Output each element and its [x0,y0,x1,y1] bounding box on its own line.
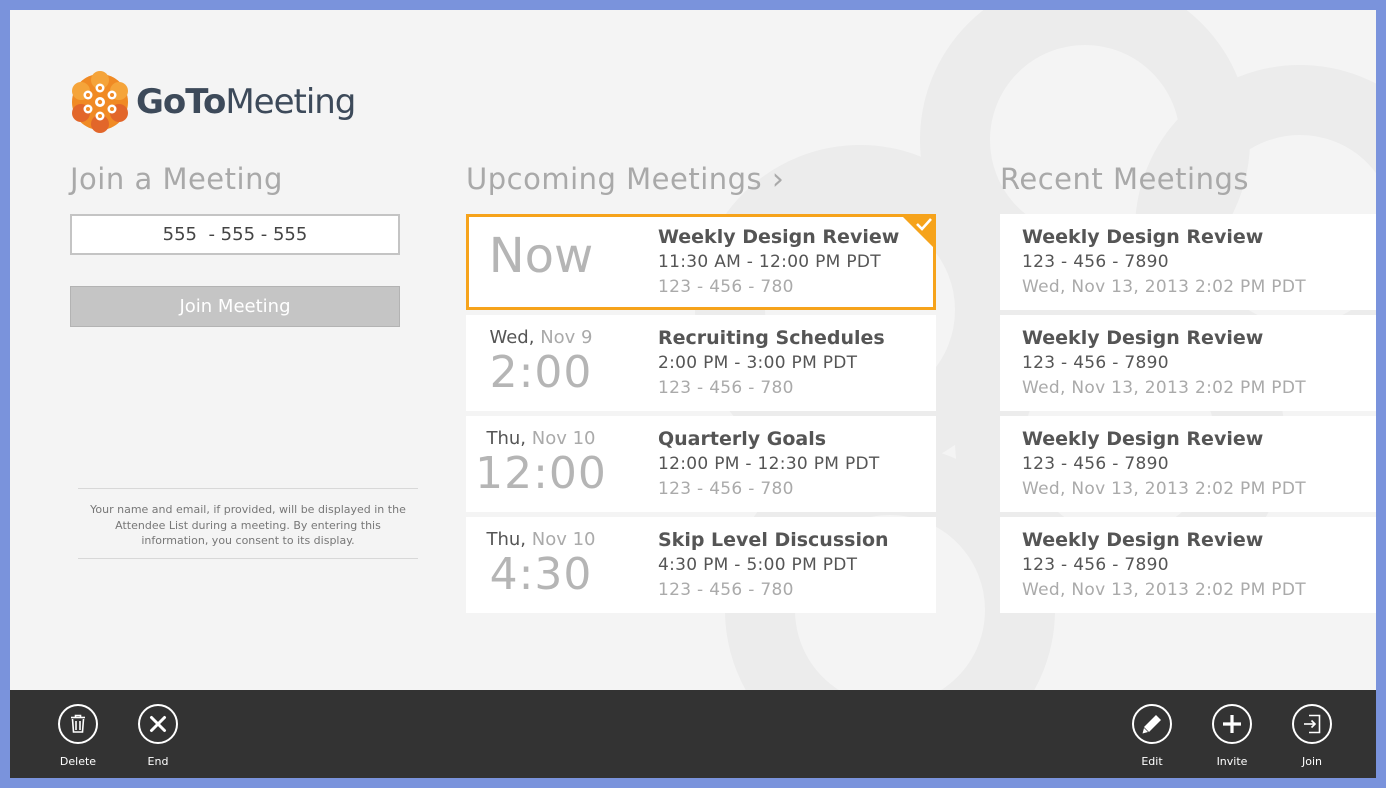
consent-notice: Your name and email, if provided, will b… [78,488,418,559]
upcoming-title-text: Upcoming Meetings [466,162,763,196]
app-bar: Delete End Edit Invite Join [10,690,1376,778]
join-meeting-button[interactable]: Join Meeting [70,286,400,327]
meeting-time: 12:00 PM - 12:30 PM PDT [658,454,880,474]
meeting-title: Weekly Design Review [1022,327,1264,349]
meeting-title: Skip Level Discussion [658,529,889,551]
recent-meeting-card[interactable]: Weekly Design Review 123 - 456 - 7890 We… [1000,517,1376,613]
join-label: Join [1301,755,1322,768]
pencil-icon [1142,715,1161,734]
join-button[interactable]: Join [1282,704,1342,768]
meeting-time: 11:30 AM - 12:00 PM PDT [658,252,881,272]
meeting-start-now: Now [488,228,594,284]
meeting-id: 123 - 456 - 780 [658,378,794,398]
gotomeeting-logo: GoToMeeting [70,70,356,134]
gotomeeting-flower-icon [72,71,128,133]
trash-icon [71,714,85,733]
meeting-title: Weekly Design Review [1022,529,1264,551]
meeting-id: 123 - 456 - 7890 [1022,252,1169,272]
checkmark-icon [900,214,936,250]
meeting-clock: 12:00 [475,448,607,499]
meeting-id: 123 - 456 - 7890 [1022,454,1169,474]
meeting-timestamp: Wed, Nov 13, 2013 2:02 PM PDT [1022,277,1306,297]
upcoming-meeting-card[interactable]: Thu, Nov 10 4:30 Skip Level Discussion 4… [466,517,936,613]
app-window: GoToMeeting Join a Meeting Join Meeting … [10,10,1376,778]
meeting-timestamp: Wed, Nov 13, 2013 2:02 PM PDT [1022,580,1306,600]
invite-button[interactable]: Invite [1202,704,1262,768]
end-button-circle [138,704,178,744]
meeting-title: Weekly Design Review [1022,226,1264,248]
recent-section-title: Recent Meetings [1000,162,1249,196]
meeting-clock: 2:00 [489,347,593,398]
meeting-title: Weekly Design Review [1022,428,1264,450]
chevron-right-icon: › [771,162,785,197]
meeting-title: Weekly Design Review [658,226,900,248]
upcoming-meeting-card[interactable]: Now Weekly Design Review 11:30 AM - 12:0… [466,214,936,310]
delete-button[interactable]: Delete [48,704,108,768]
recent-meeting-card[interactable]: Weekly Design Review 123 - 456 - 7890 We… [1000,315,1376,411]
delete-label: Delete [59,755,97,768]
meeting-clock: 4:30 [489,549,593,600]
edit-button-circle [1132,704,1172,744]
meeting-title: Recruiting Schedules [658,327,885,349]
meeting-timestamp: Wed, Nov 13, 2013 2:02 PM PDT [1022,378,1306,398]
upcoming-meeting-card[interactable]: Wed, Nov 9 2:00 Recruiting Schedules 2:0… [466,315,936,411]
meeting-date: Wed, Nov 9 [489,327,593,348]
sign-in-icon [1304,714,1321,734]
meeting-id: 123 - 456 - 780 [658,277,794,297]
edit-label: Edit [1141,755,1163,768]
meeting-id: 123 - 456 - 780 [658,479,794,499]
upcoming-section-title[interactable]: Upcoming Meetings › [466,162,784,197]
meeting-id: 123 - 456 - 7890 [1022,353,1169,373]
logo-wordmark: GoToMeeting [136,82,356,122]
invite-label: Invite [1216,755,1248,768]
meeting-id-input[interactable] [70,214,400,255]
meeting-date: Thu, Nov 10 [486,428,596,449]
close-icon [150,716,166,732]
end-label: End [147,755,169,768]
recent-meeting-card[interactable]: Weekly Design Review 123 - 456 - 7890 We… [1000,214,1376,310]
plus-icon [1223,715,1241,733]
meeting-id: 123 - 456 - 780 [658,580,794,600]
meeting-id: 123 - 456 - 7890 [1022,555,1169,575]
recent-meeting-card[interactable]: Weekly Design Review 123 - 456 - 7890 We… [1000,416,1376,512]
end-button[interactable]: End [128,704,188,768]
join-section-title: Join a Meeting [70,162,283,196]
invite-button-circle [1212,704,1252,744]
upcoming-meeting-card[interactable]: Thu, Nov 10 12:00 Quarterly Goals 12:00 … [466,416,936,512]
edit-button[interactable]: Edit [1122,704,1182,768]
meeting-title: Quarterly Goals [658,428,827,450]
meeting-date: Thu, Nov 10 [486,529,596,550]
meeting-timestamp: Wed, Nov 13, 2013 2:02 PM PDT [1022,479,1306,499]
meeting-time: 2:00 PM - 3:00 PM PDT [658,353,858,373]
delete-button-circle [58,704,98,744]
join-button-circle [1292,704,1332,744]
meeting-time: 4:30 PM - 5:00 PM PDT [658,555,858,575]
